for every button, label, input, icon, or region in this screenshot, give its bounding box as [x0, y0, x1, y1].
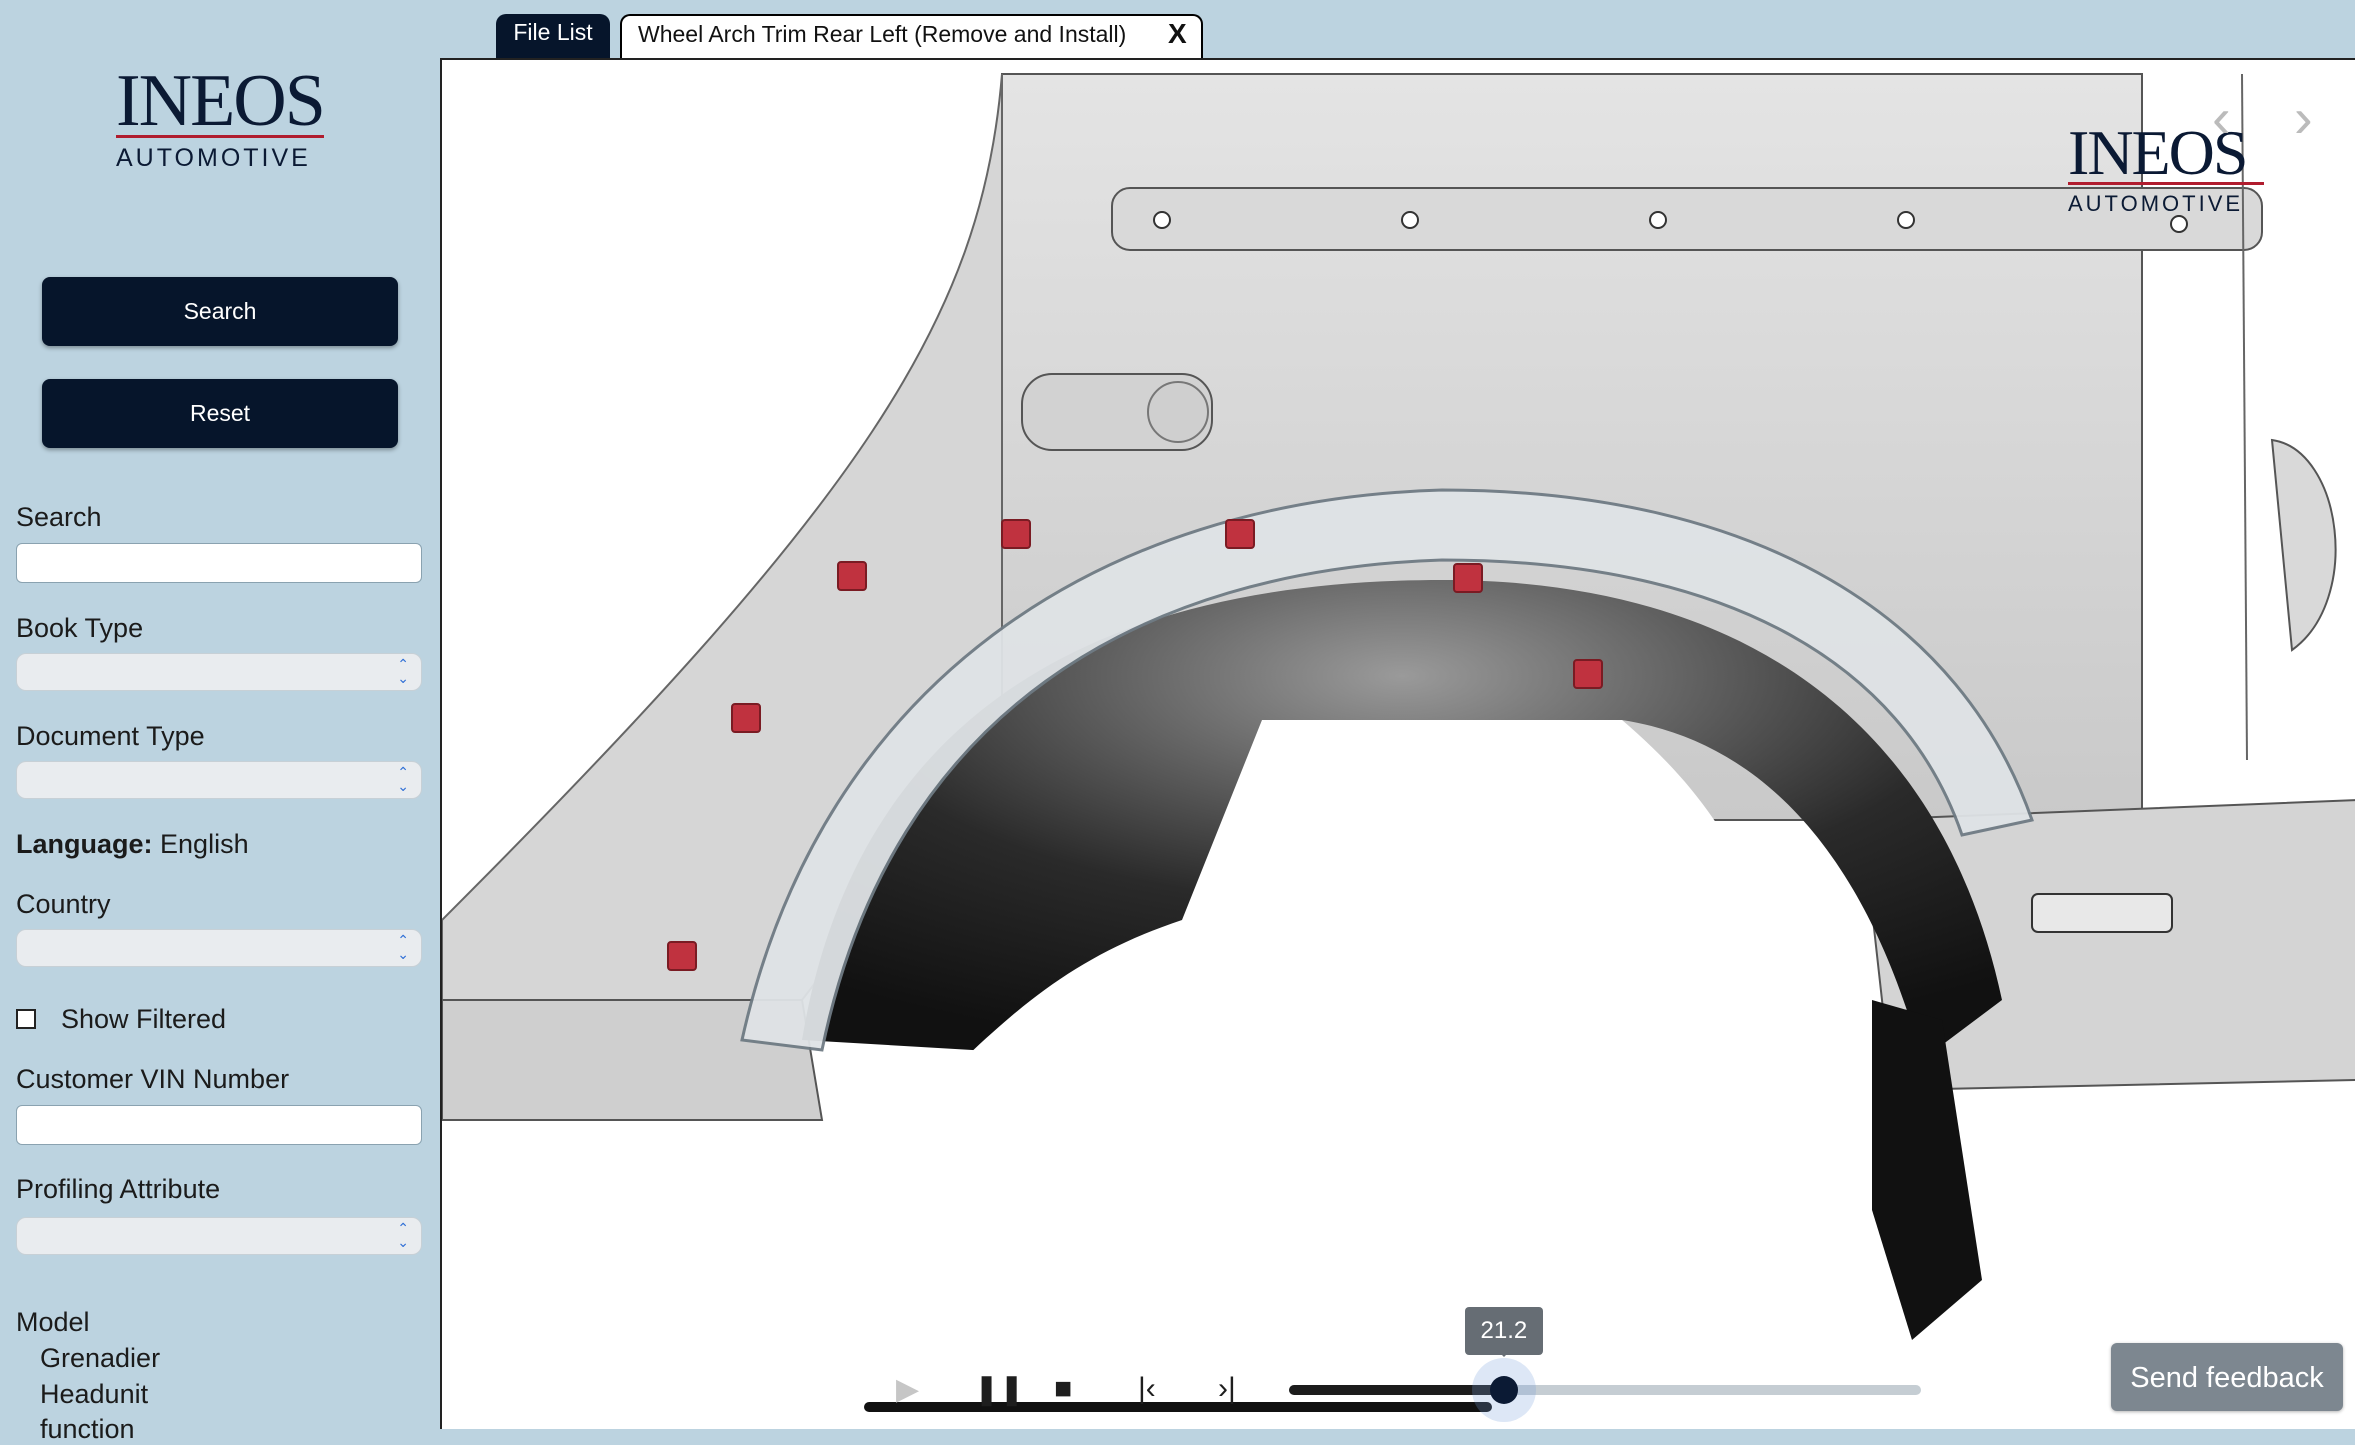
select-arrows-icon: ⌃ ⌄	[397, 1220, 409, 1250]
ineos-logo: INEOS AUTOMOTIVE	[116, 60, 328, 172]
next-arrow-icon[interactable]: ›	[2294, 90, 2313, 146]
viewer-logo-wordmark: INEOS	[2068, 117, 2248, 188]
model-item[interactable]: Headunit	[40, 1379, 148, 1410]
show-filtered-checkbox[interactable]	[16, 1009, 36, 1029]
document-type-label: Document Type	[16, 721, 205, 751]
select-arrows-icon: ⌃ ⌄	[397, 764, 409, 794]
sidebar: INEOS AUTOMOTIVE Search Reset Search Boo…	[0, 0, 440, 1444]
tab-file-list[interactable]: File List	[496, 14, 610, 58]
profiling-attribute-select[interactable]: ⌃ ⌄	[16, 1217, 422, 1255]
search-input[interactable]	[16, 543, 422, 583]
player-underbar	[864, 1402, 1492, 1412]
book-type-label: Book Type	[16, 613, 144, 643]
language-value: English	[160, 829, 249, 859]
play-icon[interactable]: ▶	[896, 1372, 919, 1407]
close-tab-button[interactable]: X	[1168, 18, 1187, 50]
logo-wordmark: INEOS	[116, 60, 326, 142]
select-arrows-icon: ⌃ ⌄	[397, 932, 409, 962]
country-label: Country	[16, 889, 111, 919]
vehicle-illustration	[442, 73, 2355, 1429]
search-button[interactable]: Search	[42, 277, 398, 346]
select-arrows-icon: ⌃ ⌄	[397, 656, 409, 686]
skip-forward-icon[interactable]: ›|	[1218, 1372, 1236, 1406]
logo-subtitle: AUTOMOTIVE	[116, 144, 311, 172]
illustration-viewer[interactable]: INEOS AUTOMOTIVE ‹ ›	[440, 58, 2355, 1429]
vin-label: Customer VIN Number	[16, 1064, 290, 1094]
timeline-tooltip: 21.2	[1464, 1307, 1543, 1357]
skip-back-icon[interactable]: |‹	[1138, 1372, 1156, 1406]
search-label: Search	[16, 502, 102, 532]
send-feedback-button[interactable]: Send feedback	[2111, 1343, 2343, 1411]
viewer-ineos-logo: INEOS AUTOMOTIVE	[2068, 117, 2268, 222]
model-item[interactable]: Grenadier	[40, 1343, 160, 1374]
country-select[interactable]: ⌃ ⌄	[16, 929, 422, 967]
pause-icon[interactable]: ❚❚	[974, 1372, 1024, 1407]
profiling-attribute-label: Profiling Attribute	[16, 1174, 221, 1204]
language-row: Language: English	[16, 829, 249, 860]
tab-document[interactable]: Wheel Arch Trim Rear Left (Remove and In…	[620, 14, 1203, 60]
language-label: Language:	[16, 829, 153, 859]
book-type-select[interactable]: ⌃ ⌄	[16, 653, 422, 691]
previous-arrow-icon[interactable]: ‹	[2212, 90, 2231, 146]
document-type-select[interactable]: ⌃ ⌄	[16, 761, 422, 799]
vin-input[interactable]	[16, 1105, 422, 1145]
viewer-logo-subtitle: AUTOMOTIVE	[2068, 191, 2244, 216]
timeline-thumb[interactable]	[1489, 1376, 1518, 1404]
model-item[interactable]: function	[40, 1414, 135, 1445]
model-label: Model	[16, 1307, 90, 1337]
reset-button[interactable]: Reset	[42, 379, 398, 448]
show-filtered-label: Show Filtered	[61, 1004, 227, 1034]
stop-icon[interactable]: ■	[1054, 1372, 1072, 1406]
